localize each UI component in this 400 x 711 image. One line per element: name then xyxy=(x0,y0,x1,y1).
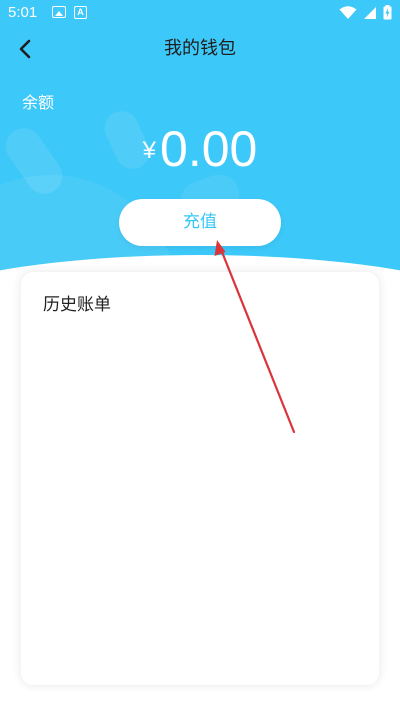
balance-label: 余额 xyxy=(22,93,55,112)
page-title: 我的钱包 xyxy=(164,38,236,59)
status-time: 5:01 xyxy=(8,4,38,21)
wifi-icon xyxy=(339,5,357,19)
balance-amount: ¥0.00 xyxy=(0,120,400,178)
a-icon: A xyxy=(74,6,87,19)
history-title: 历史账单 xyxy=(43,295,111,315)
status-bar: 5:01 A xyxy=(0,0,400,26)
history-card: 历史账单 xyxy=(21,272,379,685)
wallet-screen: 5:01 A 我的钱包 余额 ¥0.00 充值 历史账单 xyxy=(0,0,400,711)
signal-icon xyxy=(364,6,376,19)
status-system-icons xyxy=(339,5,392,20)
recharge-button[interactable]: 充值 xyxy=(119,199,281,246)
currency-symbol: ¥ xyxy=(142,137,157,164)
balance-value: 0.00 xyxy=(160,121,258,177)
image-icon xyxy=(52,6,66,18)
status-notification-icons: A xyxy=(52,6,87,19)
battery-charging-icon xyxy=(383,5,392,20)
